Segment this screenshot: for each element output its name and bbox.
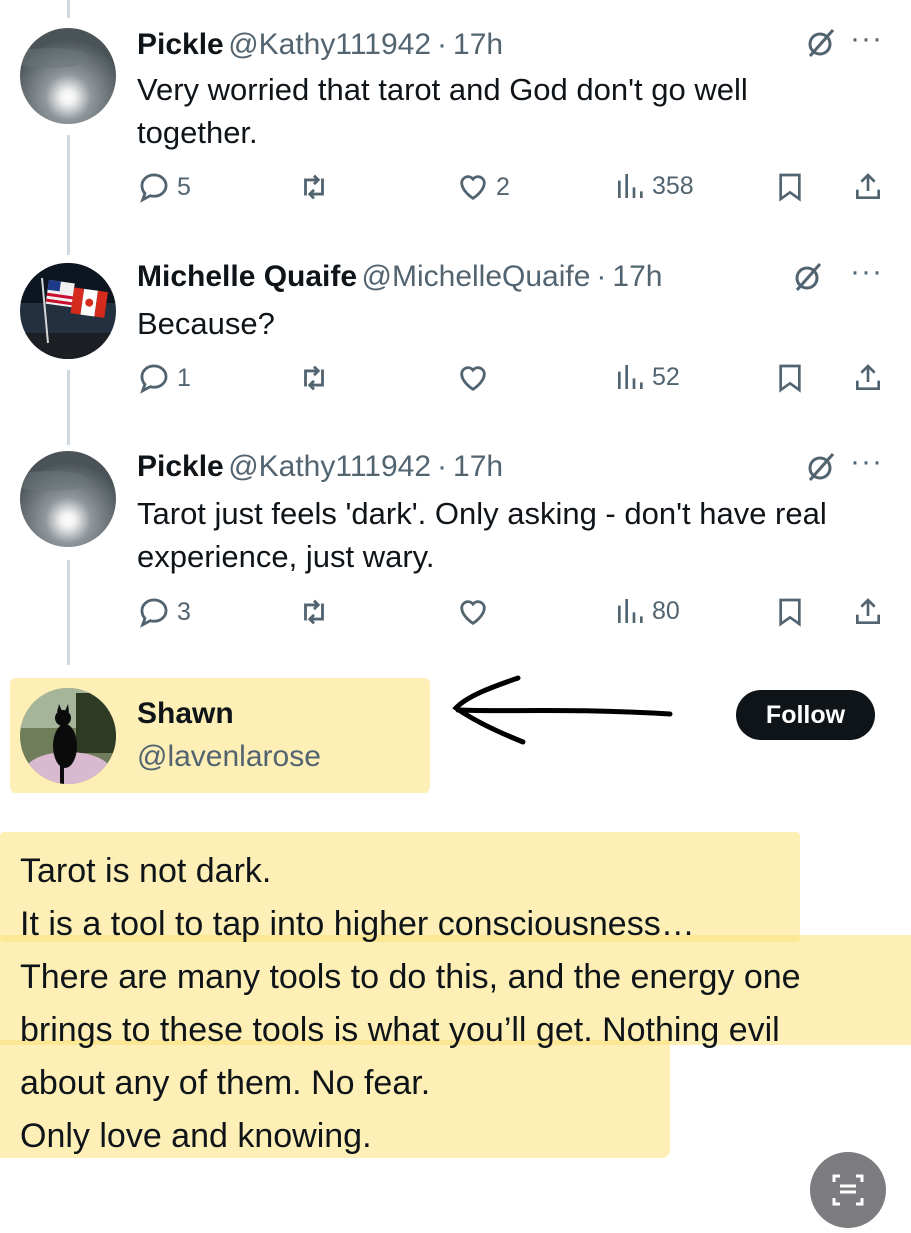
action-bar: 5 2 358 [0, 170, 911, 210]
share-icon [856, 173, 880, 199]
text-line: Tarot is not dark. [20, 852, 272, 890]
view-count: 52 [652, 362, 680, 391]
reply-button[interactable]: 3 [137, 595, 191, 629]
text-line: Only love and knowing. [20, 1117, 372, 1155]
separator: · [437, 28, 448, 61]
timestamp[interactable]: 17h [612, 260, 662, 293]
repost-icon [304, 599, 324, 625]
like-button[interactable] [456, 595, 490, 629]
avatar[interactable] [20, 688, 116, 784]
text-line: brings to these tools is what you’ll get… [20, 1011, 780, 1049]
share-button[interactable] [852, 170, 884, 204]
reply-button[interactable]: 1 [137, 361, 191, 395]
like-icon [460, 600, 486, 626]
like-icon [460, 175, 486, 201]
reply-icon [140, 173, 168, 203]
post-header: Pickle @Kathy111942 · 17h [137, 449, 503, 490]
bookmark-icon [779, 598, 801, 627]
follow-button[interactable]: Follow [736, 690, 875, 740]
bookmark-icon [779, 173, 801, 202]
reply-icon [140, 598, 168, 628]
share-button[interactable] [852, 595, 884, 629]
timestamp[interactable]: 17h [453, 28, 503, 61]
reply-count: 5 [177, 172, 191, 201]
view-count: 80 [652, 596, 680, 625]
post-text: Tarot just feels 'dark'. Only asking - d… [137, 496, 827, 574]
scan-text-button[interactable] [810, 1152, 886, 1228]
repost-icon [304, 174, 324, 200]
bookmark-button[interactable] [774, 170, 806, 204]
author-name[interactable]: Shawn [137, 697, 234, 731]
like-button[interactable]: 2 [456, 170, 510, 204]
action-bar: 3 80 [0, 595, 911, 635]
post-header: Michelle Quaife @MichelleQuaife · 17h [137, 259, 662, 300]
bookmark-button[interactable] [774, 361, 806, 395]
bookmark-icon [779, 364, 801, 393]
reply-count: 3 [177, 597, 191, 626]
view-count: 358 [652, 171, 694, 200]
main-post-text: Tarot is not dark. It is a tool to tap i… [20, 845, 801, 1163]
more-icon[interactable]: ··· [850, 445, 883, 479]
post-text: Because? [137, 306, 275, 341]
author-handle[interactable]: @lavenlarose [137, 740, 321, 774]
timestamp[interactable]: 17h [453, 450, 503, 483]
author-name[interactable]: Pickle [137, 450, 224, 483]
reply-button[interactable]: 5 [137, 170, 191, 204]
grok-icon[interactable] [806, 28, 836, 63]
text-line: about any of them. No fear. [20, 1064, 431, 1102]
text-line: It is a tool to tap into higher consciou… [20, 905, 695, 943]
separator: · [596, 260, 607, 293]
like-count: 2 [496, 172, 510, 201]
thread-line [67, 0, 70, 18]
more-icon[interactable]: ··· [850, 22, 883, 56]
share-icon [856, 598, 880, 624]
share-button[interactable] [852, 361, 884, 395]
share-icon [856, 364, 880, 390]
more-icon[interactable]: ··· [850, 255, 883, 289]
avatar[interactable] [20, 28, 116, 124]
views-button[interactable]: 358 [614, 170, 694, 202]
author-name[interactable]: Pickle [137, 28, 224, 61]
reply-count: 1 [177, 363, 191, 392]
author-name[interactable]: Michelle Quaife [137, 260, 357, 293]
repost-button[interactable] [296, 361, 332, 395]
author-handle[interactable]: @MichelleQuaife [362, 260, 591, 293]
author-handle[interactable]: @Kathy111942 [228, 450, 431, 483]
repost-button[interactable] [296, 595, 332, 629]
avatar[interactable] [20, 451, 116, 547]
views-button[interactable]: 52 [614, 361, 680, 393]
grok-icon[interactable] [806, 452, 836, 487]
like-button[interactable] [456, 361, 490, 395]
grok-icon[interactable] [793, 262, 823, 297]
annotation-arrow [452, 675, 673, 745]
views-icon [618, 365, 643, 389]
like-icon [460, 366, 486, 392]
action-bar: 1 52 [0, 361, 911, 401]
views-icon [618, 174, 643, 198]
author-handle[interactable]: @Kathy111942 [228, 28, 431, 61]
post-text: Very worried that tarot and God don't go… [137, 72, 748, 150]
bookmark-button[interactable] [774, 595, 806, 629]
reply-icon [140, 364, 168, 394]
repost-icon [304, 365, 324, 391]
separator: · [437, 450, 448, 483]
repost-button[interactable] [296, 170, 332, 204]
post-header: Pickle @Kathy111942 · 17h [137, 27, 503, 68]
avatar[interactable] [20, 263, 116, 359]
views-button[interactable]: 80 [614, 595, 680, 627]
text-line: There are many tools to do this, and the… [20, 958, 801, 996]
scan-text-icon [832, 1174, 864, 1206]
views-icon [618, 599, 643, 623]
